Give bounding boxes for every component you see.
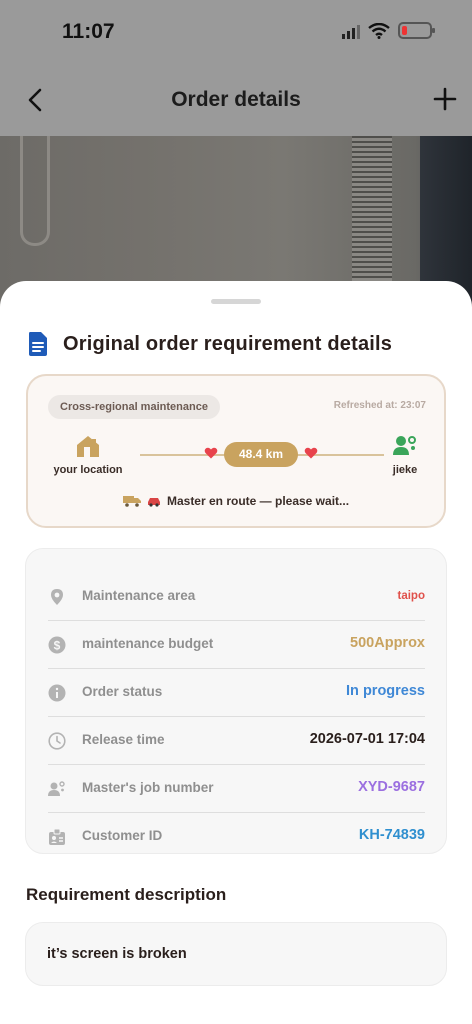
home-icon [77, 436, 99, 457]
service-type-tag: Cross-regional maintenance [48, 395, 220, 419]
worker-icon [48, 781, 65, 796]
details-sheet: Original order requirement details Cross… [0, 281, 472, 1024]
document-icon [29, 332, 47, 356]
svg-text:$: $ [54, 639, 61, 653]
order-info-card: Maintenance area taipo $ maintenance bud… [25, 548, 447, 854]
info-value: 2026-07-01 17:04 [309, 731, 425, 747]
requirement-box: it’s screen is broken [25, 922, 447, 986]
status-time: 11:07 [62, 20, 115, 43]
status-icons [342, 22, 435, 39]
info-row-budget: $ maintenance budget 500Approx [48, 621, 425, 669]
photo-hinge-detail [20, 136, 50, 246]
info-value: taipo [397, 590, 425, 602]
info-value: XYD-9687 [358, 779, 425, 795]
route-card: Cross-regional maintenance Refreshed at:… [26, 374, 446, 528]
origin-location: your location [46, 434, 130, 476]
cellular-signal-icon [342, 23, 360, 39]
header-bar: Order details [0, 62, 472, 136]
info-label: maintenance budget [82, 636, 214, 651]
enroute-status: Master en route — please wait... [28, 494, 444, 508]
info-row-status: Order status In progress [48, 669, 425, 717]
section-header: Original order requirement details [27, 331, 392, 357]
dollar-coin-icon: $ [48, 636, 66, 654]
car-icon [147, 497, 160, 507]
heart-icon [204, 447, 218, 459]
plus-icon[interactable] [432, 86, 458, 112]
section-title: Original order requirement details [63, 332, 393, 355]
wifi-icon [368, 22, 390, 39]
truck-icon [122, 496, 141, 507]
status-value: In progress [346, 683, 425, 699]
refreshed-time: Refreshed at: 23:07 [333, 400, 426, 411]
info-icon [48, 684, 66, 702]
info-row-maintenance-area: Maintenance area taipo [48, 573, 425, 621]
id-badge-icon [49, 828, 65, 845]
page-title: Order details [171, 88, 301, 111]
status-bar: 11:07 [0, 0, 472, 62]
master-label: jieke [392, 464, 418, 476]
info-value: 500Approx [350, 635, 425, 651]
info-row-job-number: Master's job number XYD-9687 [48, 765, 425, 813]
battery-icon [398, 22, 435, 39]
info-row-customer-id: Customer ID KH-74839 [48, 813, 425, 861]
info-label: Maintenance area [82, 588, 196, 603]
requirement-text: it’s screen is broken [47, 946, 187, 962]
origin-label: your location [53, 464, 123, 476]
master-person-icon [393, 436, 416, 455]
sheet-drag-handle[interactable] [211, 299, 261, 304]
distance-badge: 48.4 km [224, 442, 298, 467]
clock-icon [48, 732, 66, 750]
heart-icon [304, 447, 318, 459]
info-value: KH-74839 [358, 827, 425, 843]
info-label: Customer ID [82, 828, 163, 843]
requirement-title: Requirement description [26, 885, 227, 904]
master-location: jieke [380, 434, 430, 476]
info-label: Release time [82, 732, 165, 747]
enroute-text: Master en route — please wait... [166, 494, 350, 508]
info-row-release-time: Release time 2026-07-01 17:04 [48, 717, 425, 765]
info-label: Order status [82, 684, 163, 699]
info-label: Master's job number [82, 780, 214, 795]
location-pin-icon [51, 589, 63, 605]
